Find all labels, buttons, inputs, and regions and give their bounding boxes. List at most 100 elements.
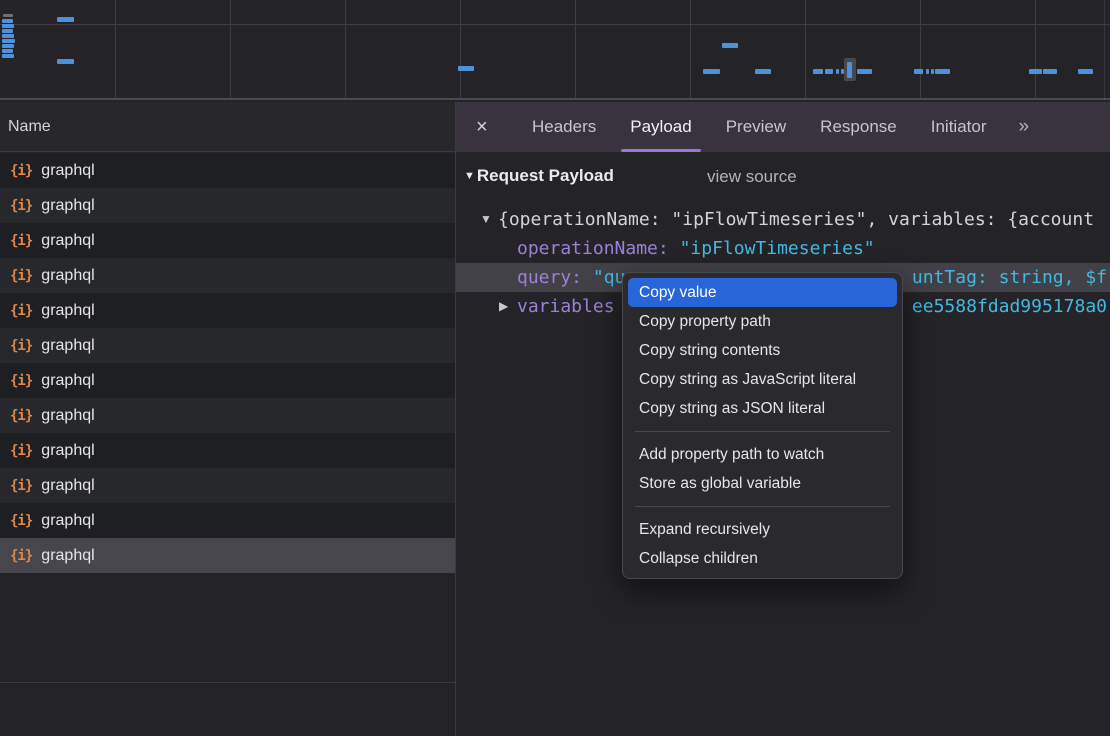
timeline-bar: [2, 34, 14, 38]
payload-row-text: {operationName: "ipFlowTimeseries", vari…: [498, 205, 1094, 234]
name-column-header[interactable]: Name: [0, 102, 455, 152]
payload-value: "ipFlowTimeseries": [680, 238, 875, 259]
network-request-row[interactable]: {i} graphql: [0, 188, 455, 223]
json-braces-icon: {i}: [10, 513, 32, 529]
menu-item-copy-string-as-javascript-literal[interactable]: Copy string as JavaScript literal: [628, 365, 897, 394]
timeline-bar: [458, 66, 474, 71]
json-braces-icon: {i}: [10, 233, 32, 249]
json-braces-icon: {i}: [10, 198, 32, 214]
more-tabs-icon[interactable]: »: [1018, 116, 1027, 138]
network-request-row[interactable]: {i} graphql: [0, 363, 455, 398]
menu-item-copy-string-as-json-literal[interactable]: Copy string as JSON literal: [628, 394, 897, 423]
request-name-label: graphql: [41, 372, 94, 390]
network-request-row[interactable]: {i}graphql: [0, 468, 455, 503]
detail-tab-bar: × Headers Payload Preview Response Initiator…: [456, 102, 1110, 152]
overview-gridline: [460, 0, 461, 98]
timeline-bar: [57, 17, 74, 22]
timeline-bar: [931, 69, 934, 74]
json-braces-icon: {i}: [10, 443, 32, 459]
timeline-bar: [2, 24, 14, 28]
overview-gridline: [920, 0, 921, 98]
network-request-row[interactable]: {i} graphql: [0, 538, 455, 573]
request-name-label: graphql: [41, 547, 94, 565]
tab-headers[interactable]: Headers: [532, 102, 596, 152]
payload-row-text: query: "qu: [517, 263, 625, 292]
menu-item-add-property-path-to-watch[interactable]: Add property path to watch: [628, 440, 897, 469]
payload-key: variables: [517, 296, 615, 317]
request-name-label: graphql: [41, 407, 94, 425]
network-request-list: {i} graphql {i} graphql {i} graphql {i} graphql…: [0, 153, 455, 573]
overview-gridline: [115, 0, 116, 98]
timeline-hover-marker-bar: [847, 62, 852, 78]
request-name-label: graphql: [41, 512, 94, 530]
network-request-row[interactable]: {i}graphql: [0, 153, 455, 188]
tab-preview[interactable]: Preview: [726, 102, 786, 152]
payload-value-overflow: untTag: string, $f: [912, 263, 1107, 292]
timeline-bar: [935, 69, 950, 74]
payload-value-overflow: ee5588fdad995178a0: [912, 292, 1107, 321]
timeline-bar: [857, 69, 872, 74]
menu-item-copy-string-contents[interactable]: Copy string contents: [628, 336, 897, 365]
overview-gridline: [230, 0, 231, 98]
timeline-bar: [2, 19, 13, 23]
payload-row-text: variables: [517, 292, 615, 321]
request-name-label: graphql: [41, 302, 94, 320]
timeline-bar: [722, 43, 738, 48]
network-request-row[interactable]: {i}graphql: [0, 328, 455, 363]
request-name-label: graphql: [41, 197, 94, 215]
request-name-label: graphql: [41, 337, 94, 355]
overview-gridline: [345, 0, 346, 98]
tab-initiator[interactable]: Initiator: [931, 102, 987, 152]
payload-value: "qu: [593, 267, 626, 288]
menu-item-copy-value[interactable]: Copy value: [628, 278, 897, 307]
collapsed-arrow-icon[interactable]: ▶: [499, 292, 508, 321]
payload-key: query:: [517, 267, 593, 288]
payload-preview-text: {operationName: "ipFlowTimeseries", vari…: [498, 209, 1094, 230]
request-name-label: graphql: [41, 477, 94, 495]
request-payload-section-header[interactable]: ▼ Request Payload: [464, 166, 614, 186]
payload-tree-row[interactable]: operationName: "ipFlowTimeseries": [456, 234, 1110, 263]
request-name-label: graphql: [41, 232, 94, 250]
request-name-label: graphql: [41, 442, 94, 460]
payload-tree-row[interactable]: ▼ {operationName: "ipFlowTimeseries", var…: [456, 205, 1110, 234]
overview-gridline: [805, 0, 806, 98]
tab-payload[interactable]: Payload: [630, 102, 691, 152]
json-braces-icon: {i}: [10, 163, 32, 179]
menu-separator: [635, 431, 890, 432]
menu-separator: [635, 506, 890, 507]
section-collapse-icon[interactable]: ▼: [464, 170, 475, 182]
overview-gridline: [1035, 0, 1036, 98]
context-menu: Copy valueCopy property pathCopy string …: [622, 272, 903, 579]
timeline-bar: [2, 39, 15, 43]
timeline-bar: [1078, 69, 1093, 74]
payload-key: operationName:: [517, 238, 680, 259]
payload-row-text: operationName: "ipFlowTimeseries": [517, 234, 875, 263]
menu-item-expand-recursively[interactable]: Expand recursively: [628, 515, 897, 544]
json-braces-icon: {i}: [10, 373, 32, 389]
network-overview[interactable]: [0, 0, 1110, 100]
network-request-row[interactable]: {i} graphql: [0, 433, 455, 468]
name-column-label: Name: [8, 118, 51, 136]
tab-response[interactable]: Response: [820, 102, 897, 152]
network-request-row[interactable]: {i} graphql: [0, 223, 455, 258]
expanded-arrow-icon[interactable]: ▼: [480, 205, 492, 234]
menu-item-collapse-children[interactable]: Collapse children: [628, 544, 897, 573]
network-request-row[interactable]: {i} graphql: [0, 398, 455, 433]
overview-horizontal-gridline: [0, 24, 1110, 25]
network-request-row[interactable]: {i} graphql: [0, 503, 455, 538]
timeline-bar: [2, 49, 13, 53]
timeline-bar: [825, 69, 833, 74]
menu-item-store-as-global-variable[interactable]: Store as global variable: [628, 469, 897, 498]
json-braces-icon: {i}: [10, 408, 32, 424]
timeline-bar: [813, 69, 823, 74]
network-request-row[interactable]: {i}graphql: [0, 293, 455, 328]
overview-gridline: [575, 0, 576, 98]
view-source-link[interactable]: view source: [707, 167, 797, 187]
network-request-row[interactable]: {i}graphql: [0, 258, 455, 293]
menu-item-copy-property-path[interactable]: Copy property path: [628, 307, 897, 336]
timeline-bar: [2, 54, 14, 58]
close-icon[interactable]: ×: [476, 116, 498, 139]
timeline-bar-gray: [3, 14, 13, 17]
timeline-bar: [755, 69, 771, 74]
json-braces-icon: {i}: [10, 548, 32, 564]
